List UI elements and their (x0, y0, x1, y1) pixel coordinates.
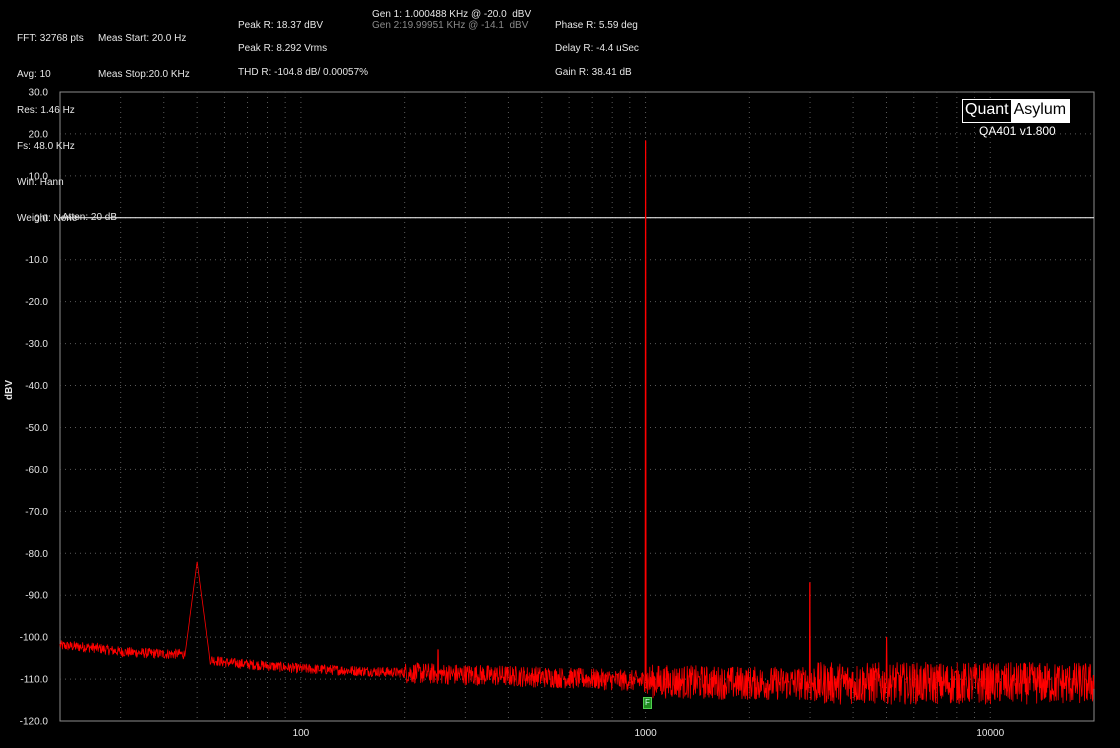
y-tick-label: -100.0 (20, 633, 49, 644)
y-tick-label: -120.0 (20, 717, 49, 728)
meas-range: Meas Start: 20.0 Hz Meas Stop:20.0 KHz (98, 9, 190, 93)
y-tick-label: -90.0 (25, 591, 48, 602)
y-axis-label: dBV (4, 380, 15, 400)
gen2-readout: Gen 2:19.99951 KHz @ -14.1 dBV (372, 20, 529, 31)
logo-left: Quant (963, 100, 1011, 122)
spectrum-plot: 30.020.010.00.0-10.0-20.0-30.0-40.0-50.0… (20, 88, 1095, 739)
x-tick-label: 10000 (976, 728, 1004, 739)
y-tick-label: -70.0 (25, 507, 48, 518)
x-tick-label: 1000 (634, 728, 657, 739)
y-tick-label: -50.0 (25, 423, 48, 434)
y-tick-label: -110.0 (20, 675, 48, 686)
averages: Avg: 10 (17, 69, 51, 80)
x-tick-label: 100 (293, 728, 310, 739)
quantasylum-logo: Quant Asylum (962, 99, 1071, 123)
resolution: Res: 1.46 Hz (17, 105, 75, 116)
y-tick-label: -80.0 (25, 549, 48, 560)
delay-readout: Delay R: -4.4 uSec (555, 43, 639, 54)
sample-rate: Fs: 48.0 KHz (17, 141, 75, 152)
phase-readout: Phase R: 5.59 deg (555, 20, 638, 31)
fft-info: FFT: 32768 pts Avg: 10 Res: 1.46 Hz Fs: … (17, 9, 84, 237)
meas-start: Meas Start: 20.0 Hz (98, 33, 187, 44)
logo-right: Asylum (1010, 100, 1070, 122)
y-tick-label: -10.0 (25, 255, 48, 266)
frequency-marker[interactable]: F (643, 697, 652, 709)
window: Win: Hann (17, 177, 64, 188)
y-tick-label: -60.0 (25, 465, 48, 476)
y-tick-label: -30.0 (25, 339, 48, 350)
y-tick-label: -40.0 (25, 381, 48, 392)
peak-vrms: Peak R: 8.292 Vrms (238, 43, 328, 54)
spectrum-trace (59, 140, 1095, 705)
plot-frame (59, 91, 1095, 722)
meas-stop: Meas Stop:20.0 KHz (98, 69, 190, 80)
atten-label: Atten: 20 dB (62, 212, 118, 223)
version-label: QA401 v1.800 (979, 124, 1056, 138)
peak-dbv: Peak R: 18.37 dBV (238, 20, 324, 31)
fft-points: FFT: 32768 pts (17, 33, 84, 44)
thd-readout: THD R: -104.8 dB/ 0.00057% (238, 67, 369, 78)
gain-readout: Gain R: 38.41 dB (555, 67, 632, 78)
y-tick-label: -20.0 (25, 297, 48, 308)
